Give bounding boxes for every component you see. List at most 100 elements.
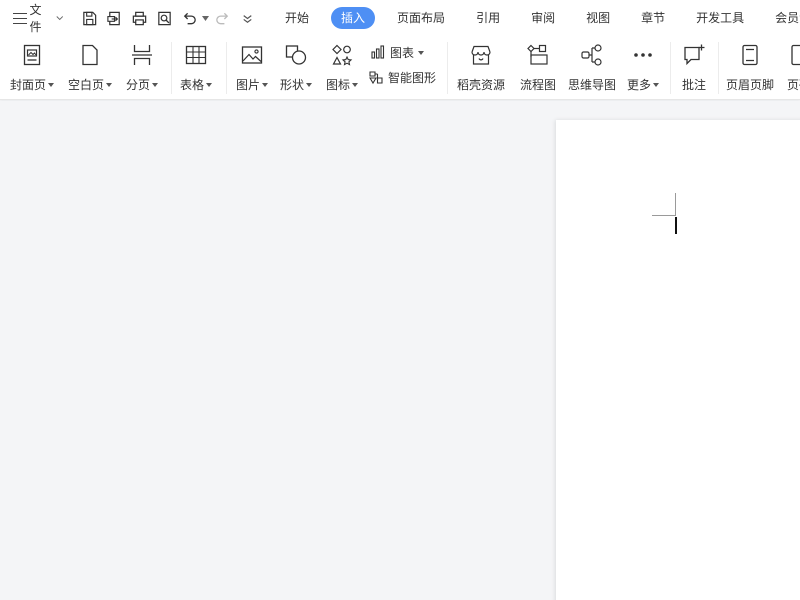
ribbon-tabs: 开始 插入 页面布局 引用 审阅 视图 章节 开发工具 会员专享 xyxy=(276,0,800,36)
divider xyxy=(447,42,448,94)
tab-member[interactable]: 会员专享 xyxy=(766,7,800,29)
more-button[interactable]: 更多 xyxy=(627,40,660,94)
blank-page-icon xyxy=(77,42,103,68)
divider xyxy=(226,42,227,94)
file-menu-label: 文件 xyxy=(29,3,42,34)
icon-library-button[interactable]: 图标 xyxy=(326,40,359,94)
table-icon xyxy=(183,42,209,68)
more-label: 更多 xyxy=(627,78,652,92)
margin-corner-mark xyxy=(652,215,676,216)
picture-button[interactable]: 图片 xyxy=(236,40,269,94)
flowchart-label: 流程图 xyxy=(520,78,557,92)
page-number-button[interactable]: 页码 xyxy=(786,40,800,94)
tab-insert[interactable]: 插入 xyxy=(331,7,376,29)
flowchart-button[interactable]: 流程图 xyxy=(520,40,556,94)
document-workspace xyxy=(0,101,800,600)
print-preview-button[interactable] xyxy=(152,5,177,31)
icon-library-icon xyxy=(329,42,355,68)
print-preview-icon xyxy=(158,11,171,25)
cover-page-button[interactable]: 封面页 xyxy=(10,40,55,94)
undo-icon xyxy=(183,12,196,24)
mind-map-icon xyxy=(579,42,605,68)
save-icon xyxy=(83,11,97,25)
tab-review[interactable]: 审阅 xyxy=(522,7,564,29)
smart-art-button[interactable]: 智能图形 xyxy=(368,67,436,87)
header-footer-icon xyxy=(737,42,763,68)
redo-button[interactable] xyxy=(210,5,235,31)
customize-quick-access-icon xyxy=(243,14,252,23)
chart-icon xyxy=(371,45,385,59)
undo-button[interactable] xyxy=(177,5,202,31)
picture-icon xyxy=(239,42,265,68)
export-pdf-button[interactable] xyxy=(102,5,127,31)
customize-quick-access-button[interactable] xyxy=(235,5,260,31)
caret-down-icon xyxy=(262,83,269,87)
shape-icon xyxy=(283,42,309,68)
caret-down-icon xyxy=(352,83,359,87)
chevron-down-icon xyxy=(55,16,63,21)
smart-art-label: 智能图形 xyxy=(388,70,437,85)
top-bar: 文件 开始 插入 页面布局 引用 审阅 视图 章节 开发工具 会员 xyxy=(0,0,800,36)
blank-page-label: 空白页 xyxy=(68,78,105,92)
divider xyxy=(670,42,671,94)
page-number-icon xyxy=(786,42,800,68)
caret-down-icon xyxy=(653,83,660,87)
page-break-button[interactable]: 分页 xyxy=(126,40,159,94)
redo-icon xyxy=(216,12,229,24)
smart-art-icon xyxy=(369,71,383,85)
docer-store-icon xyxy=(468,42,494,68)
print-icon xyxy=(132,11,147,25)
file-menu-button[interactable]: 文件 xyxy=(0,0,69,36)
tab-section[interactable]: 章节 xyxy=(632,7,674,29)
cover-page-label: 封面页 xyxy=(10,78,47,92)
tab-references[interactable]: 引用 xyxy=(467,7,509,29)
page-break-label: 分页 xyxy=(126,78,151,92)
caret-down-icon xyxy=(106,83,113,87)
caret-down-icon xyxy=(202,15,210,21)
margin-corner-mark xyxy=(675,193,676,216)
mind-map-button[interactable]: 思维导图 xyxy=(568,40,616,94)
table-label: 表格 xyxy=(180,78,205,92)
flowchart-icon xyxy=(525,42,551,68)
caret-down-icon xyxy=(152,83,159,87)
cover-page-icon xyxy=(19,42,45,68)
caret-down-icon xyxy=(206,83,213,87)
comment-label: 批注 xyxy=(681,78,706,92)
caret-down-icon xyxy=(306,83,313,87)
icon-library-label: 图标 xyxy=(326,78,351,92)
comment-icon xyxy=(681,42,707,68)
chart-button[interactable]: 图表 xyxy=(370,42,425,62)
chart-label: 图表 xyxy=(390,45,415,60)
tab-page-layout[interactable]: 页面布局 xyxy=(388,7,454,29)
comment-button[interactable]: 批注 xyxy=(681,40,707,94)
mind-map-label: 思维导图 xyxy=(568,78,617,92)
divider xyxy=(718,42,719,94)
text-cursor xyxy=(675,217,677,234)
docer-resources-label: 稻壳资源 xyxy=(457,78,506,92)
page-break-icon xyxy=(129,42,155,68)
shape-label: 形状 xyxy=(280,78,305,92)
more-icon xyxy=(630,42,656,68)
export-pdf-icon xyxy=(107,11,120,25)
blank-page-button[interactable]: 空白页 xyxy=(68,40,113,94)
page-number-label: 页码 xyxy=(786,78,800,92)
caret-down-icon xyxy=(418,50,425,55)
hamburger-menu-icon xyxy=(13,12,27,24)
tab-developer[interactable]: 开发工具 xyxy=(687,7,753,29)
header-footer-button[interactable]: 页眉页脚 xyxy=(726,40,774,94)
picture-label: 图片 xyxy=(236,78,261,92)
undo-dropdown[interactable] xyxy=(202,5,210,31)
tab-view[interactable]: 视图 xyxy=(577,7,619,29)
divider xyxy=(171,42,172,94)
save-button[interactable] xyxy=(77,5,102,31)
table-button[interactable]: 表格 xyxy=(180,40,213,94)
caret-down-icon xyxy=(48,83,55,87)
document-page[interactable] xyxy=(556,120,800,600)
quick-access-toolbar xyxy=(77,0,260,36)
print-button[interactable] xyxy=(127,5,152,31)
tab-home[interactable]: 开始 xyxy=(276,7,318,29)
insert-ribbon: 封面页 空白页 分页 表格 图片 形状 图标 图表 智能图形 稻壳资源 流程图 … xyxy=(0,36,800,100)
header-footer-label: 页眉页脚 xyxy=(726,78,775,92)
shape-button[interactable]: 形状 xyxy=(280,40,313,94)
docer-resources-button[interactable]: 稻壳资源 xyxy=(457,40,505,94)
